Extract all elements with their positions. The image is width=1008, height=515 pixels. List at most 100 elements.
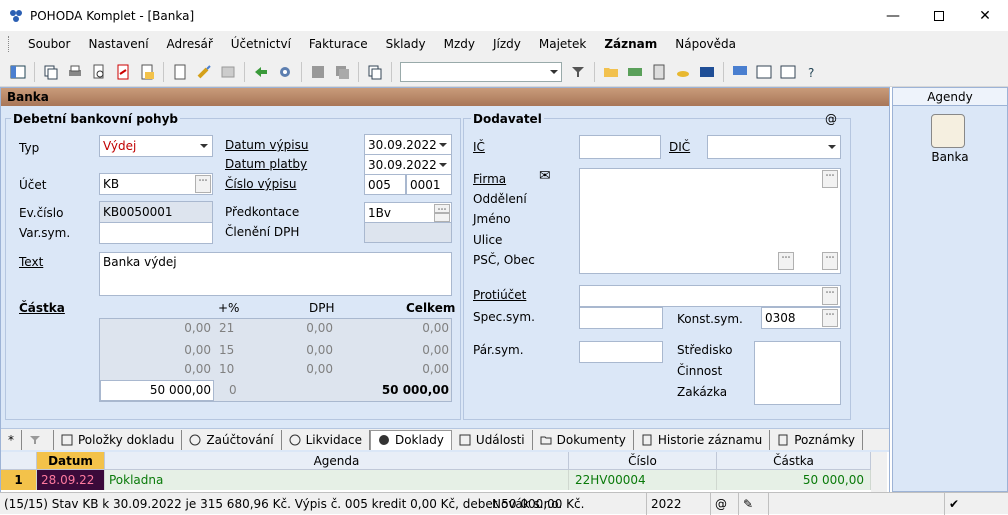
status-check-icon[interactable]: ✔	[944, 493, 976, 515]
duplicate-button[interactable]	[365, 63, 385, 81]
firma-ellipsis-button[interactable]: ⋯	[822, 170, 838, 188]
save-button[interactable]	[308, 63, 328, 81]
banka-agenda-icon[interactable]	[931, 114, 965, 148]
predkontace-scroll-button[interactable]	[434, 213, 450, 222]
datum-vypisu-field[interactable]: 30.09.2022	[364, 134, 452, 155]
konstsym-ellipsis-button[interactable]: ⋯	[822, 309, 838, 327]
col-agenda-header[interactable]: Agenda	[105, 452, 569, 470]
psc-ellipsis-button[interactable]: ⋯	[778, 252, 794, 270]
tab-likvidace[interactable]: Likvidace	[282, 429, 370, 450]
address-book-icon[interactable]: ✉	[539, 168, 551, 184]
tab-poznamky[interactable]: Poznámky	[770, 429, 863, 450]
tab-udalosti[interactable]: Události	[452, 429, 533, 450]
folder-button[interactable]	[601, 63, 621, 81]
parsym-field[interactable]	[579, 341, 663, 363]
settings-button[interactable]	[275, 63, 295, 81]
row-cislo[interactable]: 22HV00004	[569, 470, 717, 490]
save-copy-button[interactable]	[332, 63, 352, 81]
evcislo-field[interactable]: KB0050001	[99, 201, 213, 223]
help-button[interactable]: ?	[802, 63, 822, 81]
cislo-vypisu-field-a[interactable]: 005	[364, 174, 406, 195]
pdf-button[interactable]	[113, 63, 133, 81]
ic-field[interactable]	[579, 135, 661, 159]
menu-majetek[interactable]: Majetek	[530, 37, 595, 51]
banka-agenda-label[interactable]: Banka	[893, 150, 1007, 164]
at-icon[interactable]: @	[825, 112, 837, 126]
tab-polozky[interactable]: Položky dokladu	[54, 429, 183, 450]
email-doc-button[interactable]	[137, 63, 157, 81]
filter-button[interactable]	[568, 63, 588, 81]
menu-ucetnictvi[interactable]: Účetnictví	[222, 37, 300, 51]
tab-dokumenty[interactable]: Dokumenty	[533, 429, 634, 450]
cleneni-field[interactable]	[364, 222, 452, 243]
typ-label: Typ	[19, 141, 40, 155]
panel-toggle-button[interactable]	[8, 63, 28, 81]
text-field[interactable]: Banka výdej	[99, 252, 452, 296]
menu-mzdy[interactable]: Mzdy	[435, 37, 484, 51]
agendy-title: Agendy	[893, 88, 1007, 106]
col-datum-header[interactable]: Datum	[37, 452, 105, 470]
window-title: POHODA Komplet - [Banka]	[30, 8, 195, 23]
edit-record-button[interactable]	[194, 63, 214, 81]
menu-adresar[interactable]: Adresář	[158, 37, 222, 51]
menu-nastaveni[interactable]: Nastavení	[79, 37, 157, 51]
typ-select[interactable]: Výdej	[99, 135, 213, 157]
grid-view-button[interactable]	[218, 63, 238, 81]
toolbar-separator	[34, 61, 35, 82]
new-record-button[interactable]	[170, 63, 190, 81]
col-cislo-header[interactable]: Číslo	[569, 452, 717, 470]
tab-star[interactable]: *	[1, 429, 22, 450]
row-agenda[interactable]: Pokladna	[105, 470, 569, 490]
back-button[interactable]	[251, 63, 271, 81]
datum-vypisu-value: 30.09.2022	[368, 138, 437, 152]
address-field[interactable]	[579, 168, 841, 274]
form-button[interactable]	[754, 63, 774, 81]
iban-button[interactable]	[697, 63, 717, 81]
info-icon	[289, 434, 301, 445]
varsym-field[interactable]	[99, 222, 213, 244]
close-button[interactable]: ✕	[962, 0, 1008, 31]
tab-historie[interactable]: Historie záznamu	[634, 429, 771, 450]
grid-scrollbar[interactable]	[871, 452, 887, 492]
minimize-button[interactable]: —	[870, 0, 916, 31]
menu-fakturace[interactable]: Fakturace	[300, 37, 377, 51]
dic-field[interactable]	[707, 135, 841, 159]
copy-button[interactable]	[41, 63, 61, 81]
menu-sklady[interactable]: Sklady	[377, 37, 435, 51]
row-castka[interactable]: 50 000,00	[717, 470, 871, 490]
menu-napoveda[interactable]: Nápověda	[666, 37, 745, 51]
filter-icon	[572, 66, 584, 77]
monitor-button[interactable]	[730, 63, 750, 81]
protiucet-ellipsis-button[interactable]: ⋯	[822, 287, 838, 305]
ucet-ellipsis-button[interactable]: ⋯	[195, 175, 211, 193]
status-at[interactable]: @	[710, 493, 738, 515]
maximize-button[interactable]	[916, 0, 962, 31]
quick-search-combo[interactable]	[400, 61, 562, 82]
obec-ellipsis-button[interactable]: ⋯	[822, 252, 838, 270]
tab-filter[interactable]	[22, 429, 54, 450]
stredisko-cinnost-zakazka-field[interactable]	[754, 341, 841, 405]
protiucet-field[interactable]	[579, 285, 841, 307]
row-datum[interactable]: 28.09.22	[37, 470, 105, 490]
coins-button[interactable]	[673, 63, 693, 81]
tab-zauctovani[interactable]: Zaúčtování	[182, 429, 282, 450]
menu-soubor[interactable]: Soubor	[19, 37, 79, 51]
print-button[interactable]	[65, 63, 85, 81]
specsym-field[interactable]	[579, 307, 663, 329]
money-button[interactable]	[625, 63, 645, 81]
datum-platby-field[interactable]: 30.09.2022	[364, 154, 452, 175]
list-icon	[61, 434, 73, 445]
banknote-icon	[628, 67, 642, 76]
menu-zaznam[interactable]: Záznam	[595, 37, 666, 51]
tab-doklady[interactable]: Doklady	[369, 429, 452, 450]
list-button[interactable]	[778, 63, 798, 81]
predkontace-ellipsis-button[interactable]: ⋯	[434, 204, 450, 215]
pct-15: 15	[219, 343, 235, 357]
col-castka-header[interactable]: Částka	[717, 452, 871, 470]
status-edit-icon[interactable]: ✎	[738, 493, 768, 515]
preview-button[interactable]	[89, 63, 109, 81]
calculator-button[interactable]	[649, 63, 669, 81]
menu-jizdy[interactable]: Jízdy	[484, 37, 530, 51]
cislo-vypisu-field-b[interactable]: 0001	[406, 174, 452, 195]
total-10: 0,00	[422, 362, 449, 376]
